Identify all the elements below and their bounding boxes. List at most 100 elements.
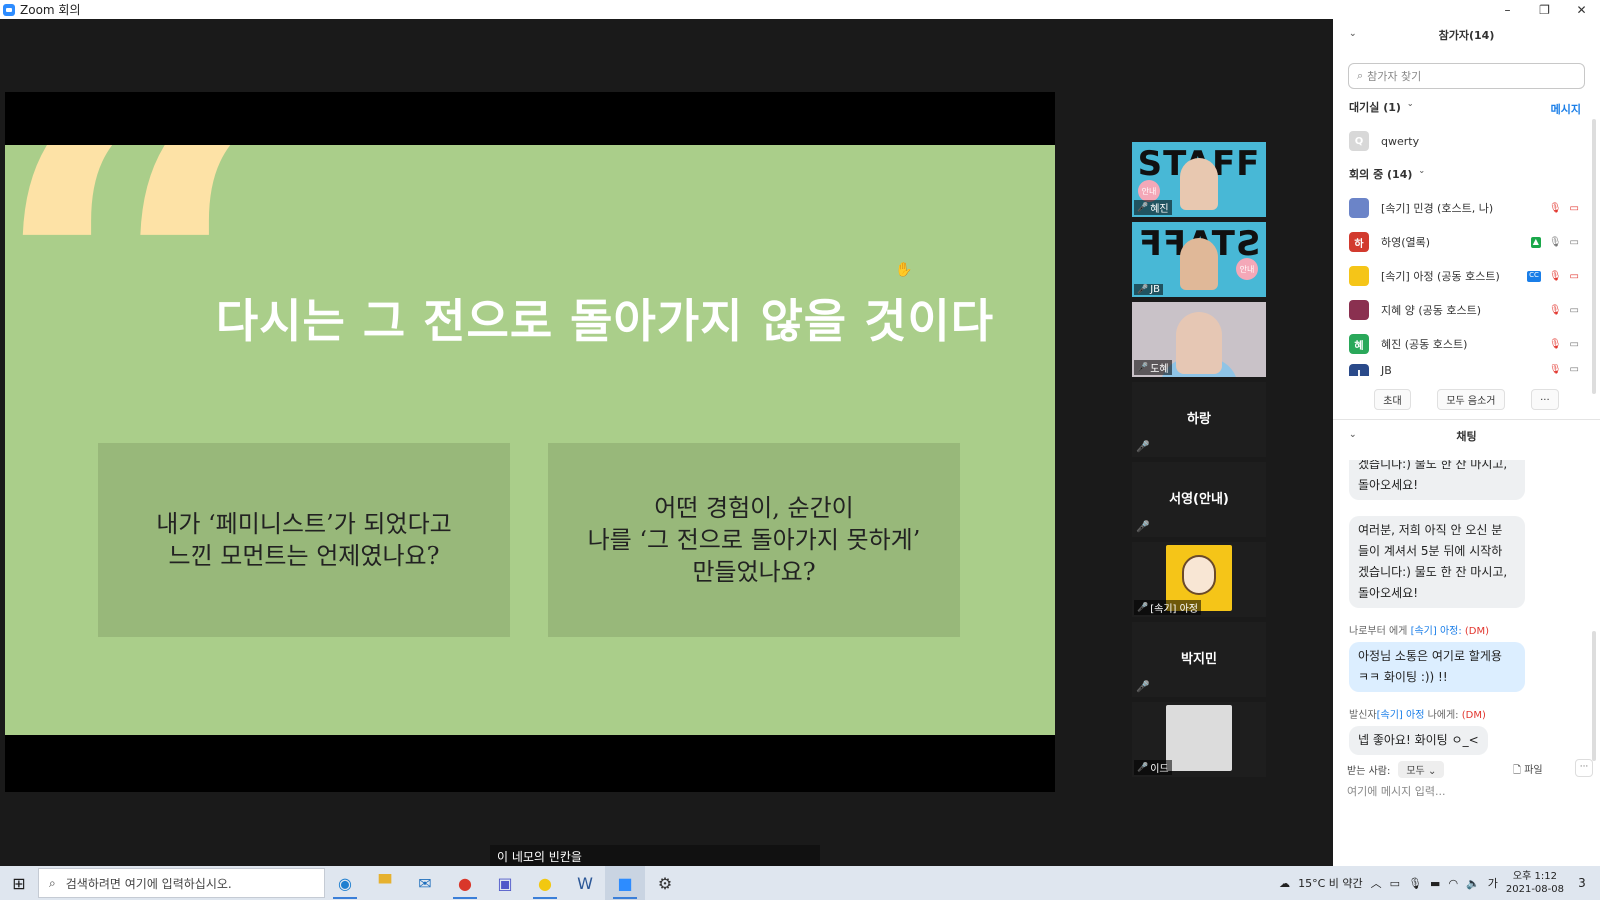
tile-name: 이드	[1150, 764, 1169, 775]
chat-bubble: 넵 좋아요! 화이팅 ㅇ_<	[1349, 726, 1488, 755]
participant-row[interactable]: 하 하영(열록) ▲ 🎙 ▭	[1349, 228, 1579, 256]
word-icon[interactable]: W	[565, 866, 605, 900]
divider	[1333, 419, 1600, 420]
participant-row[interactable]: J JB 🎙 ▭	[1349, 364, 1579, 376]
chevron-down-icon[interactable]: ⌄	[1349, 430, 1357, 440]
chevron-down-icon[interactable]: ⌄	[1349, 29, 1357, 39]
teams-icon[interactable]: ▣	[485, 866, 525, 900]
system-tray: ☁ 15°C 비 약간 ︿ ▭ 🎙 ▬ ◠ 🔈 가 오후 1:12 2021-0…	[1279, 866, 1600, 900]
mic-muted-icon: 🎙	[1548, 270, 1562, 282]
slide-headline: 다시는 그 전으로 돌아가지 않을 것이다	[215, 294, 995, 348]
chat-meta: 발신자[속기] 아정 나에게: (DM)	[1349, 706, 1486, 721]
search-placeholder: 검색하려면 여기에 입력하십시오.	[65, 876, 232, 891]
file-button[interactable]: 🗋 파일	[1513, 761, 1543, 780]
participant-name: [속기] 아정 (공동 호스트)	[1381, 270, 1500, 283]
video-icon: ▭	[1569, 236, 1579, 248]
meta-sender[interactable]: [속기] 아정	[1377, 710, 1425, 721]
file-explorer-icon[interactable]: ▀	[365, 866, 405, 900]
ime-indicator[interactable]: 가	[1488, 875, 1498, 891]
weather-text[interactable]: 15°C 비 약간	[1298, 875, 1363, 891]
mail-icon[interactable]: ✉	[405, 866, 445, 900]
meta-suffix: 나에게:	[1424, 710, 1459, 721]
waiting-participant-row[interactable]: Q qwerty	[1349, 127, 1579, 155]
avatar	[1166, 705, 1232, 771]
participant-scrollbar[interactable]	[1592, 119, 1596, 394]
video-off-icon: ▭	[1569, 270, 1579, 282]
tile-name: 서영(안내)	[1169, 492, 1229, 507]
video-tile[interactable]: 서영(안내) 🎤	[1132, 462, 1266, 537]
chat-bubble: 겠습니다:) 물도 한 잔 마시고, 돌아오세요!	[1349, 460, 1525, 500]
search-placeholder: 참가자 찾기	[1367, 70, 1422, 83]
caption-bar: 이 네모의 빈칸을	[490, 845, 820, 867]
avatar	[1349, 198, 1369, 218]
participant-row[interactable]: 지혜 양 (공동 호스트) 🎙 ▭	[1349, 296, 1579, 324]
avatar: J	[1349, 364, 1369, 376]
chat-bubble: 여러분, 저희 아직 안 오신 분 들이 계셔서 5분 뒤에 시작하 겠습니다:…	[1349, 516, 1525, 608]
waiting-room-label[interactable]: 대기실 (1) ⌄	[1349, 99, 1414, 115]
zoom-icon[interactable]: ■	[605, 866, 645, 900]
video-tile[interactable]: 박지민 🎤	[1132, 622, 1266, 697]
chat-scrollbar[interactable]	[1592, 631, 1596, 761]
taskbar-search-input[interactable]: ⌕ 검색하려면 여기에 입력하십시오.	[38, 868, 325, 898]
tile-name: 혜진	[1150, 204, 1169, 215]
edge-icon[interactable]: ◉	[325, 866, 365, 900]
recipient-select[interactable]: 모두 ⌄	[1398, 761, 1445, 778]
window-title: Zoom 회의	[20, 3, 81, 17]
meta-prefix: 발신자	[1349, 710, 1377, 721]
wifi-icon[interactable]: ◠	[1448, 877, 1458, 890]
invite-button[interactable]: 초대	[1374, 389, 1411, 410]
chat-input[interactable]: 여기에 메시지 입력...	[1347, 783, 1445, 799]
message-link[interactable]: 메시지	[1551, 101, 1581, 117]
close-icon[interactable]: ✕	[1563, 0, 1600, 19]
mic-icon[interactable]: 🎙	[1408, 877, 1422, 890]
mic-muted-icon: 🎤	[1137, 284, 1149, 295]
notification-icon[interactable]: 3	[1572, 873, 1592, 893]
video-tile[interactable]: 🎤 도혜	[1132, 302, 1266, 377]
clock[interactable]: 오후 1:12 2021-08-08	[1506, 870, 1564, 896]
kakaotalk-icon[interactable]: ●	[525, 866, 565, 900]
minimize-icon[interactable]: –	[1489, 0, 1526, 19]
video-tile[interactable]: STAFF 안내 🎤JB	[1132, 222, 1266, 297]
more-button[interactable]: ...	[1531, 389, 1559, 410]
meta-sender[interactable]: [속기] 아정:	[1411, 626, 1462, 637]
participant-search-input[interactable]: ⌕ 참가자 찾기	[1348, 63, 1585, 89]
video-tile[interactable]: STAFF 안내 🎤혜진	[1132, 142, 1266, 217]
mic-muted-icon: 🎤	[1136, 520, 1150, 533]
chat-bubble: 아정님 소통은 여기로 할게용 ㅋㅋ 화이팅 :)) !!	[1349, 642, 1525, 692]
chat-more-button[interactable]: ···	[1575, 759, 1593, 777]
participant-row[interactable]: [속기] 민경 (호스트, 나) 🎙 ▭	[1349, 194, 1579, 222]
chevron-down-icon: ⌄	[1406, 99, 1414, 108]
settings-gear-icon[interactable]: ⚙	[645, 866, 685, 900]
tile-name: 박지민	[1181, 652, 1217, 667]
volume-icon[interactable]: 🔈	[1466, 877, 1480, 890]
recipient-value: 모두	[1406, 766, 1425, 777]
video-tile[interactable]: 🎤 [속기] 아정	[1132, 542, 1266, 617]
windows-start-icon[interactable]: ⊞	[0, 866, 38, 900]
participant-name: 지혜 양 (공동 호스트)	[1381, 304, 1482, 317]
participants-title: 참가자(14)	[1438, 29, 1495, 42]
network-icon[interactable]: ▭	[1390, 877, 1400, 890]
participant-row[interactable]: [속기] 아정 (공동 호스트) CC 🎙 ▭	[1349, 262, 1579, 290]
waiting-room-text: 대기실 (1)	[1349, 101, 1401, 114]
in-meeting-label[interactable]: 회의 중 (14) ⌄	[1349, 166, 1425, 182]
search-icon: ⌕	[49, 875, 56, 890]
avatar: 혜	[1349, 334, 1369, 354]
battery-icon[interactable]: ▬	[1430, 877, 1440, 890]
participant-name: 혜진 (공동 호스트)	[1381, 338, 1468, 351]
file-icon: 🗋	[1513, 765, 1522, 776]
guide-badge: 안내	[1236, 258, 1258, 280]
chrome-icon[interactable]: ●	[445, 866, 485, 900]
video-tile[interactable]: 🎤 이드	[1132, 702, 1266, 777]
clock-time: 오후 1:12	[1512, 871, 1557, 882]
mute-all-button[interactable]: 모두 음소거	[1437, 389, 1505, 410]
side-panel: ⌄ 참가자(14) ⌕ 참가자 찾기 대기실 (1) ⌄ 메시지 Q qwerty…	[1333, 19, 1600, 866]
restore-icon[interactable]: ❐	[1526, 0, 1563, 19]
participant-row[interactable]: 혜 혜진 (공동 호스트) 🎙 ▭	[1349, 330, 1579, 358]
mic-muted-icon: 🎤	[1136, 680, 1150, 693]
chevron-up-icon[interactable]: ︿	[1371, 875, 1382, 891]
video-tile[interactable]: 하랑 🎤	[1132, 382, 1266, 457]
participant-name: qwerty	[1381, 134, 1420, 148]
weather-icon: ☁	[1279, 876, 1291, 890]
meta-prefix: 나로부터 에게	[1349, 626, 1411, 637]
chat-header: ⌄ 채팅	[1333, 422, 1600, 450]
